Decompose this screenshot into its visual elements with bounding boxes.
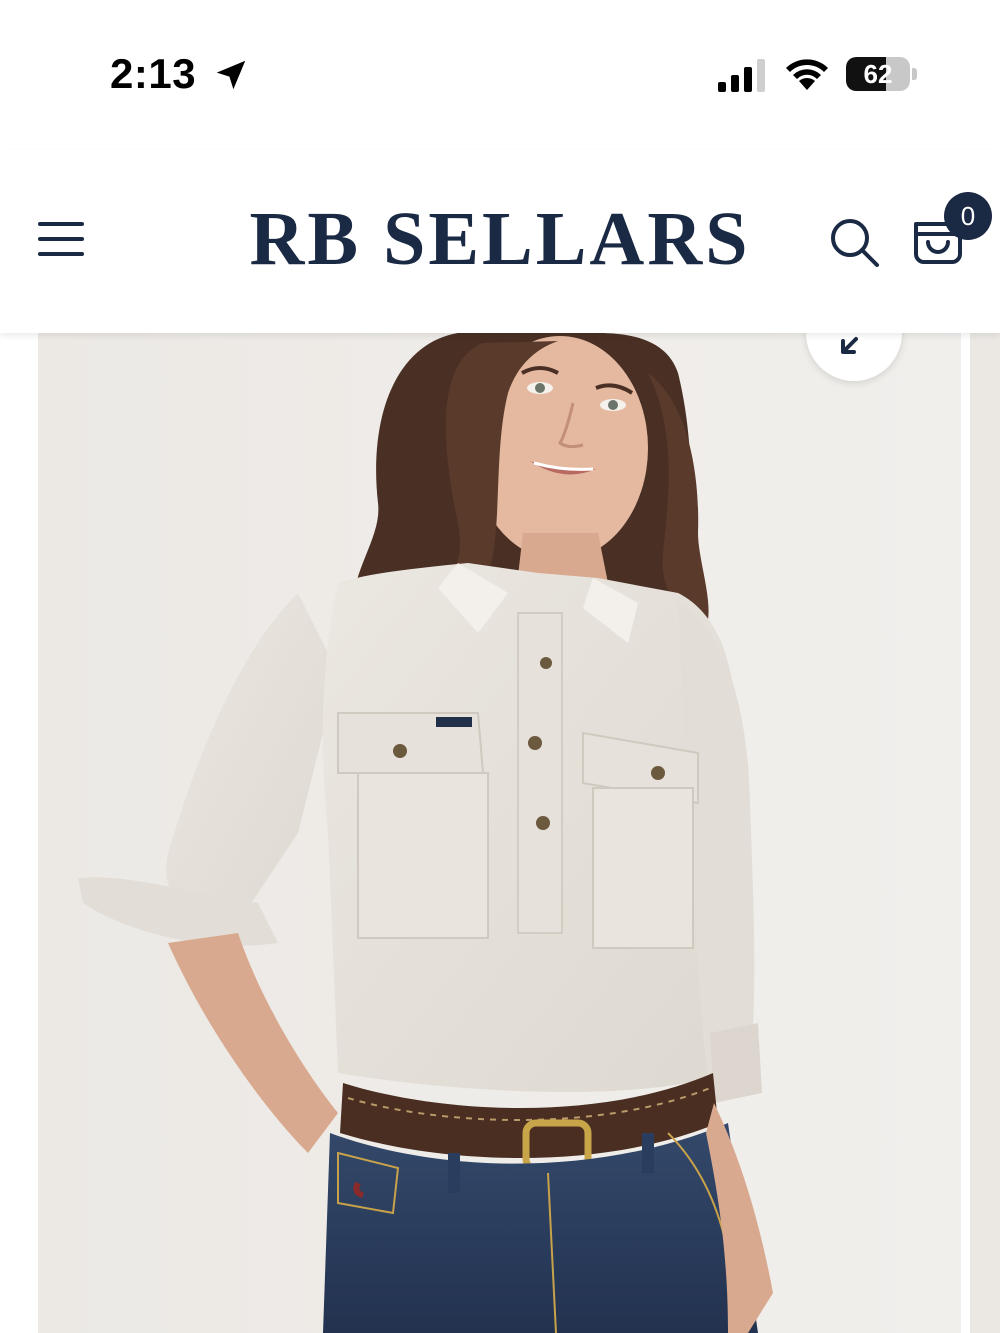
cart-count-badge[interactable]: 0 [944, 192, 992, 240]
product-photo[interactable] [38, 333, 961, 1333]
location-arrow-icon [216, 60, 246, 90]
status-time: 2:13 [110, 50, 197, 97]
search-icon[interactable] [826, 214, 882, 270]
model-wearing-shirt-illustration [38, 333, 961, 1333]
zoom-toggle-button[interactable] [806, 333, 902, 381]
next-product-image-peek[interactable] [970, 333, 1000, 1333]
status-bar: 2:13 62 [0, 0, 1000, 150]
wifi-icon [786, 59, 828, 90]
collapse-arrow-icon [841, 337, 858, 354]
shirt-brand-tag [436, 717, 472, 727]
product-gallery[interactable] [0, 333, 1000, 1333]
battery-indicator: 62 [846, 57, 910, 91]
cellular-signal-icon [718, 59, 765, 92]
site-header: RB SELLARS 0 [0, 150, 1000, 333]
battery-cap [912, 68, 917, 80]
battery-level: 62 [863, 59, 893, 89]
